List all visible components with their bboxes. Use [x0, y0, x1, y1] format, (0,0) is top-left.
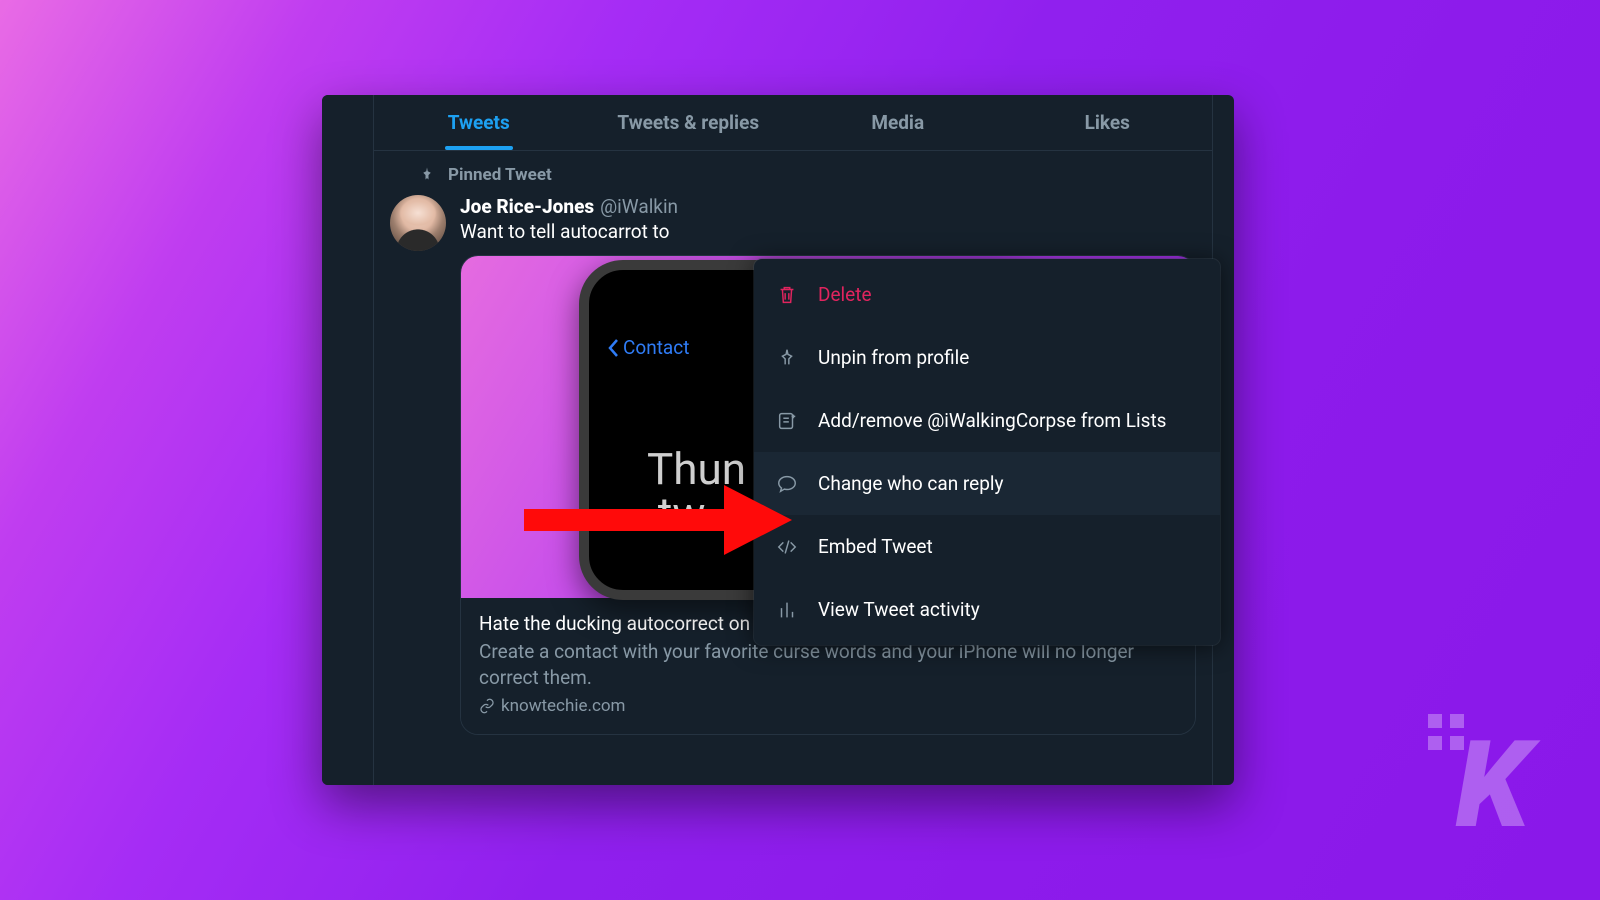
tab-tweets-replies[interactable]: Tweets & replies [584, 95, 794, 150]
main-column: Tweets Tweets & replies Media Likes Pinn… [374, 95, 1212, 785]
menu-delete[interactable]: Delete [754, 263, 1220, 326]
pin-icon [776, 347, 798, 369]
menu-label: Embed Tweet [818, 535, 933, 558]
menu-activity[interactable]: View Tweet activity [754, 578, 1220, 641]
list-icon [776, 410, 798, 432]
brand-logo: K [1456, 716, 1522, 856]
card-link: knowtechie.com [479, 696, 1177, 716]
phone-back-label: Contact [623, 336, 689, 359]
author-name[interactable]: Joe Rice-Jones [460, 195, 594, 218]
menu-change-reply[interactable]: Change who can reply [754, 452, 1220, 515]
menu-label: Add/remove @iWalkingCorpse from Lists [818, 409, 1167, 432]
tweet-context-menu: Delete Unpin from profile Add/remove @iW… [754, 259, 1220, 645]
menu-embed[interactable]: Embed Tweet [754, 515, 1220, 578]
avatar[interactable] [390, 195, 446, 251]
tab-likes[interactable]: Likes [1003, 95, 1213, 150]
chevron-left-icon [607, 338, 619, 358]
pin-icon [418, 166, 436, 184]
menu-label: Delete [818, 283, 872, 306]
menu-label: View Tweet activity [818, 598, 980, 621]
bars-icon [776, 599, 798, 621]
menu-unpin[interactable]: Unpin from profile [754, 326, 1220, 389]
author-handle[interactable]: @iWalkin [600, 195, 678, 218]
profile-tabs: Tweets Tweets & replies Media Likes [374, 95, 1212, 151]
tab-media[interactable]: Media [793, 95, 1003, 150]
annotation-arrow [524, 477, 794, 563]
tab-tweets[interactable]: Tweets [374, 95, 584, 150]
menu-label: Change who can reply [818, 472, 1004, 495]
card-desc: Create a contact with your favorite curs… [479, 639, 1177, 690]
side-rail [322, 95, 374, 785]
trash-icon [776, 284, 798, 306]
tweet-text: Want to tell autocarrot to [460, 220, 1196, 243]
pinned-label-row: Pinned Tweet [390, 151, 1196, 191]
twitter-screenshot: Tweets Tweets & replies Media Likes Pinn… [322, 95, 1234, 785]
link-icon [479, 698, 495, 714]
menu-label: Unpin from profile [818, 346, 969, 369]
pinned-label: Pinned Tweet [448, 165, 552, 185]
feed: Pinned Tweet Joe Rice-Jones @iWalkin Wan… [374, 151, 1212, 785]
menu-add-remove-lists[interactable]: Add/remove @iWalkingCorpse from Lists [754, 389, 1220, 452]
